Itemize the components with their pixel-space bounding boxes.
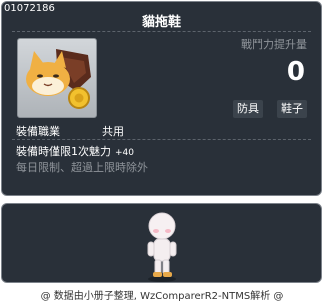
footer-credit: @ 数据由小册子整理, WzComparerR2-NTMS解析 @ bbox=[40, 291, 284, 302]
requirement-bonus: +40 bbox=[115, 148, 134, 158]
requirement-text: 裝備時僅限1次魅力 bbox=[16, 145, 111, 158]
combat-power-value: 0 bbox=[286, 57, 305, 87]
job-value: 共用 bbox=[102, 125, 124, 138]
equip-requirement: 裝備時僅限1次魅力 +40 bbox=[16, 143, 134, 159]
limit-text: 每日限制、超過上限時除外 bbox=[16, 161, 148, 174]
divider bbox=[12, 31, 311, 32]
job-label: 裝備職業 bbox=[16, 125, 60, 138]
character-preview-panel bbox=[1, 203, 322, 283]
tag-armor: 防具 bbox=[233, 100, 263, 118]
item-icon-frame bbox=[17, 38, 97, 118]
cat-slipper-icon bbox=[26, 49, 91, 109]
character-preview-icon bbox=[147, 212, 177, 282]
combat-power-label: 戰鬥力提升量 bbox=[241, 38, 307, 51]
item-name: 貓拖鞋 bbox=[141, 15, 181, 30]
item-tooltip: 01072186 貓拖鞋 戰鬥力提升量 0 防具 鞋子 裝備職業 共用 裝備時僅… bbox=[1, 1, 322, 196]
tag-shoes: 鞋子 bbox=[277, 100, 307, 118]
divider bbox=[12, 139, 311, 140]
